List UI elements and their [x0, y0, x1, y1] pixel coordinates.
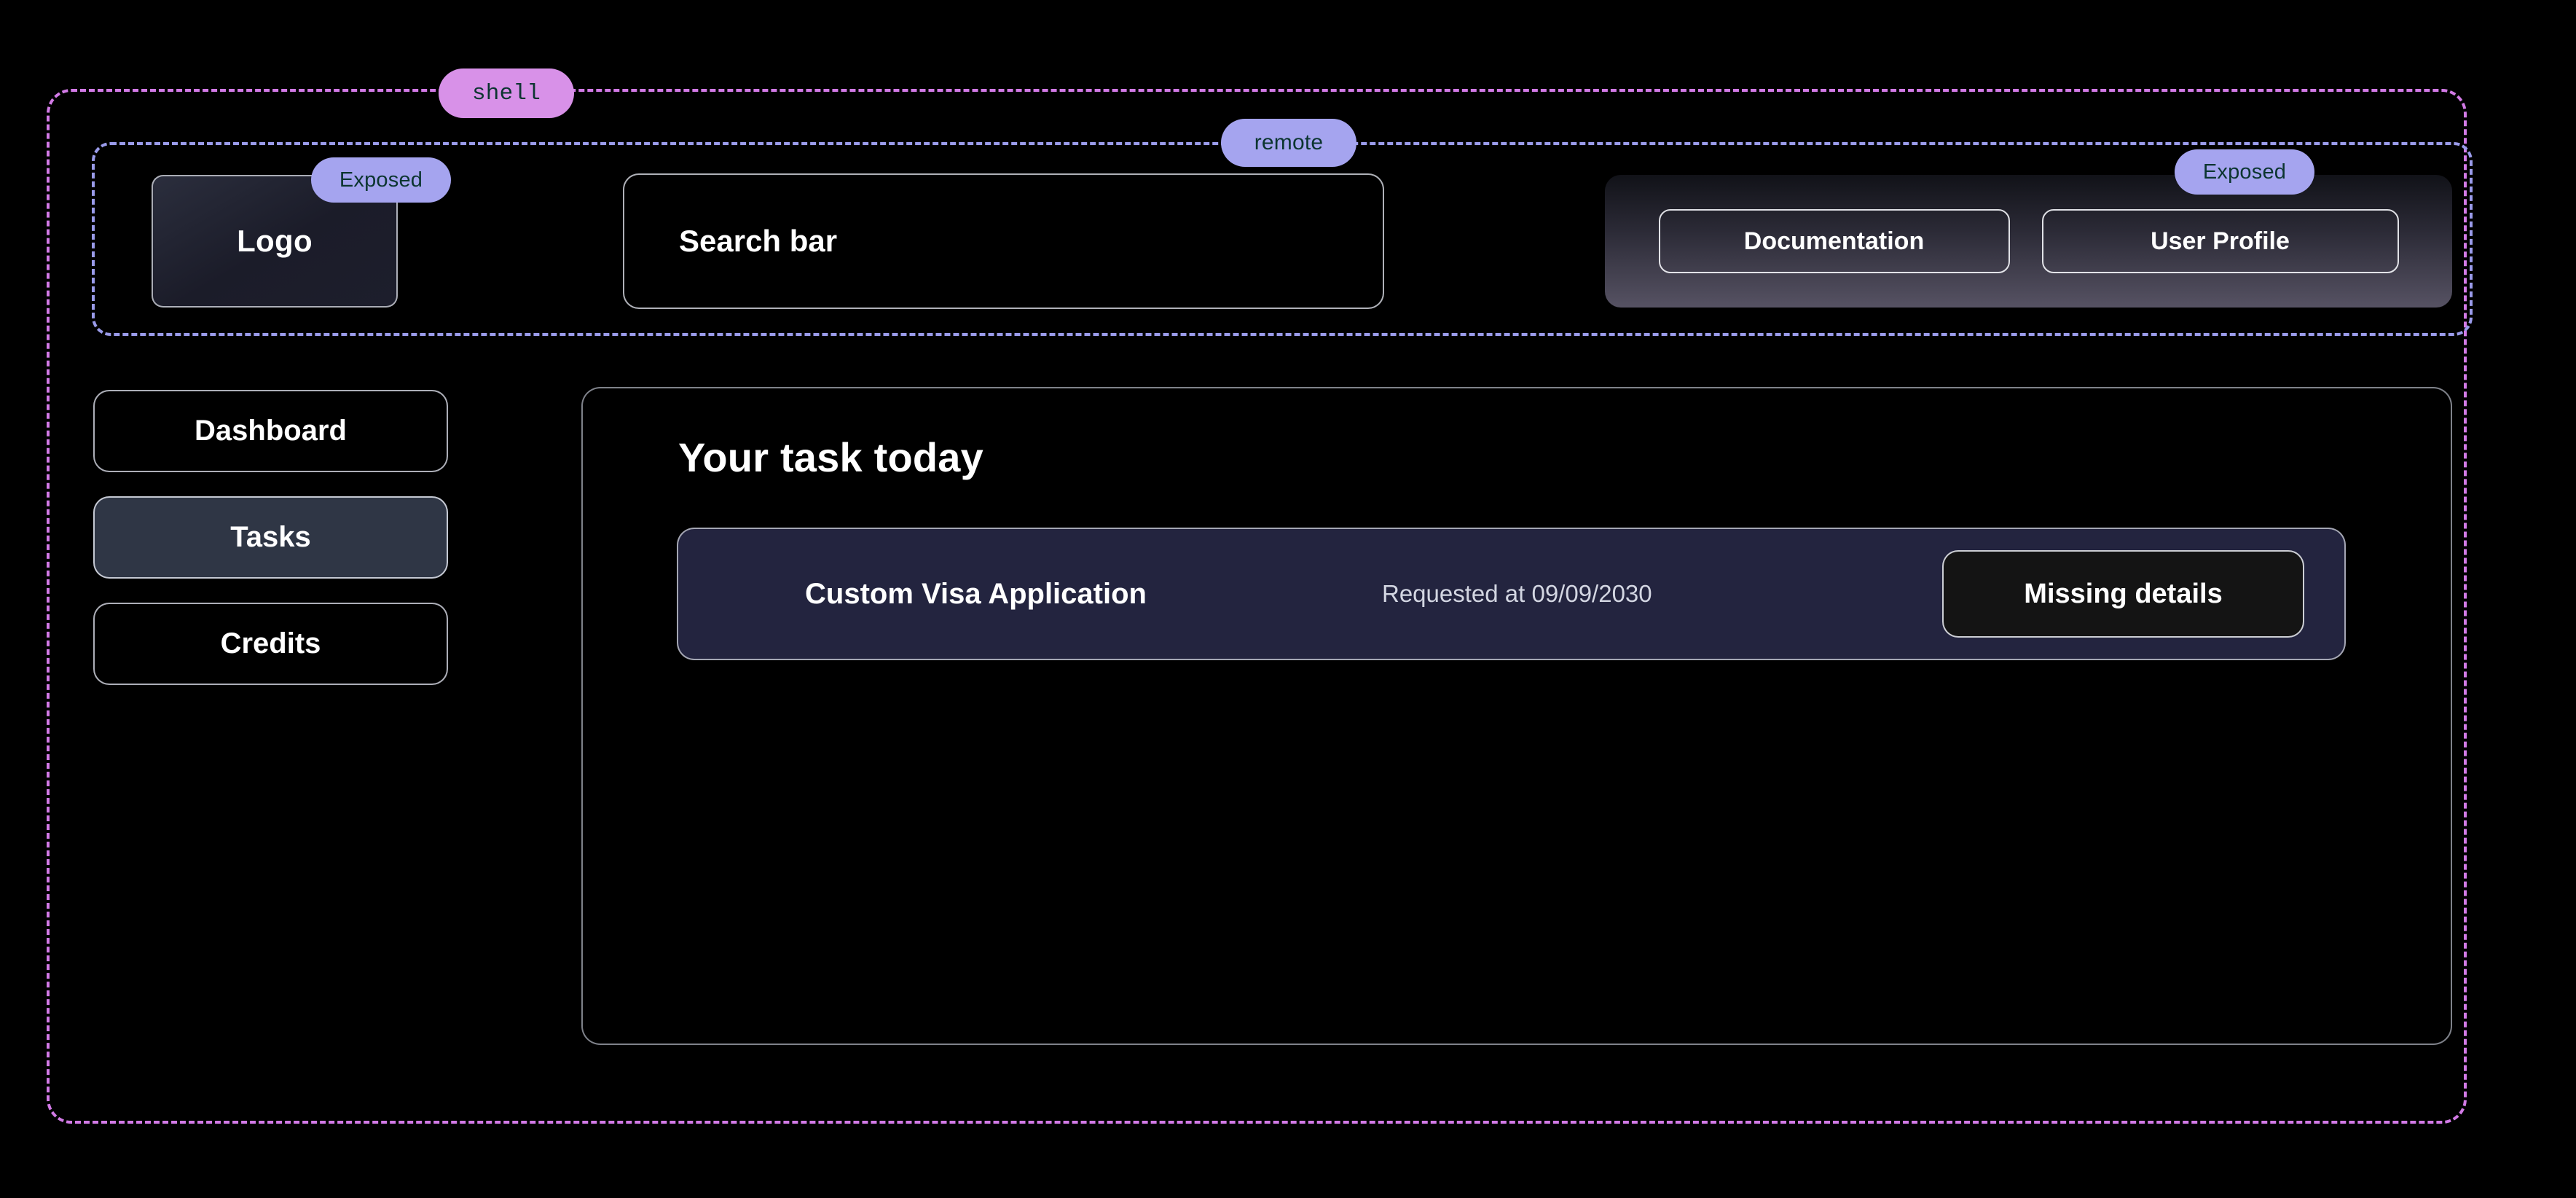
task-requested-at: Requested at 09/09/2030	[1382, 580, 1652, 608]
shell-annotation-badge: shell	[439, 68, 574, 118]
header-actions-group: Documentation User Profile	[1605, 175, 2452, 308]
task-title: Custom Visa Application	[805, 578, 1147, 611]
documentation-button-label: Documentation	[1744, 227, 1924, 256]
task-row[interactable]: Custom Visa Application Requested at 09/…	[677, 528, 2346, 660]
sidebar-item-label-credits: Credits	[221, 627, 321, 660]
sidebar-item-credits[interactable]: Credits	[93, 603, 448, 685]
exposed-annotation-badge-logo: Exposed	[311, 157, 451, 203]
sidebar: Dashboard Tasks Credits	[93, 390, 448, 685]
user-profile-button[interactable]: User Profile	[2042, 209, 2399, 273]
exposed-annotation-badge-actions: Exposed	[2175, 149, 2314, 195]
remote-annotation-badge: remote	[1221, 119, 1356, 167]
search-bar[interactable]: Search bar	[623, 173, 1384, 309]
exposed-annotation-label-logo: Exposed	[339, 168, 423, 192]
sidebar-item-label-dashboard: Dashboard	[195, 415, 347, 447]
sidebar-item-dashboard[interactable]: Dashboard	[93, 390, 448, 472]
missing-details-button-label: Missing details	[2024, 579, 2222, 610]
missing-details-button[interactable]: Missing details	[1942, 550, 2304, 638]
documentation-button[interactable]: Documentation	[1659, 209, 2010, 273]
user-profile-button-label: User Profile	[2151, 227, 2290, 256]
page-title: Your task today	[678, 434, 2451, 481]
logo-label: Logo	[237, 224, 313, 259]
shell-annotation-label: shell	[472, 81, 541, 106]
remote-annotation-label: remote	[1254, 130, 1324, 155]
sidebar-item-tasks[interactable]: Tasks	[93, 496, 448, 579]
exposed-annotation-label-actions: Exposed	[2203, 160, 2286, 184]
search-bar-label: Search bar	[679, 224, 837, 259]
main-content-panel: Your task today	[581, 387, 2452, 1045]
sidebar-item-label-tasks: Tasks	[230, 521, 310, 554]
